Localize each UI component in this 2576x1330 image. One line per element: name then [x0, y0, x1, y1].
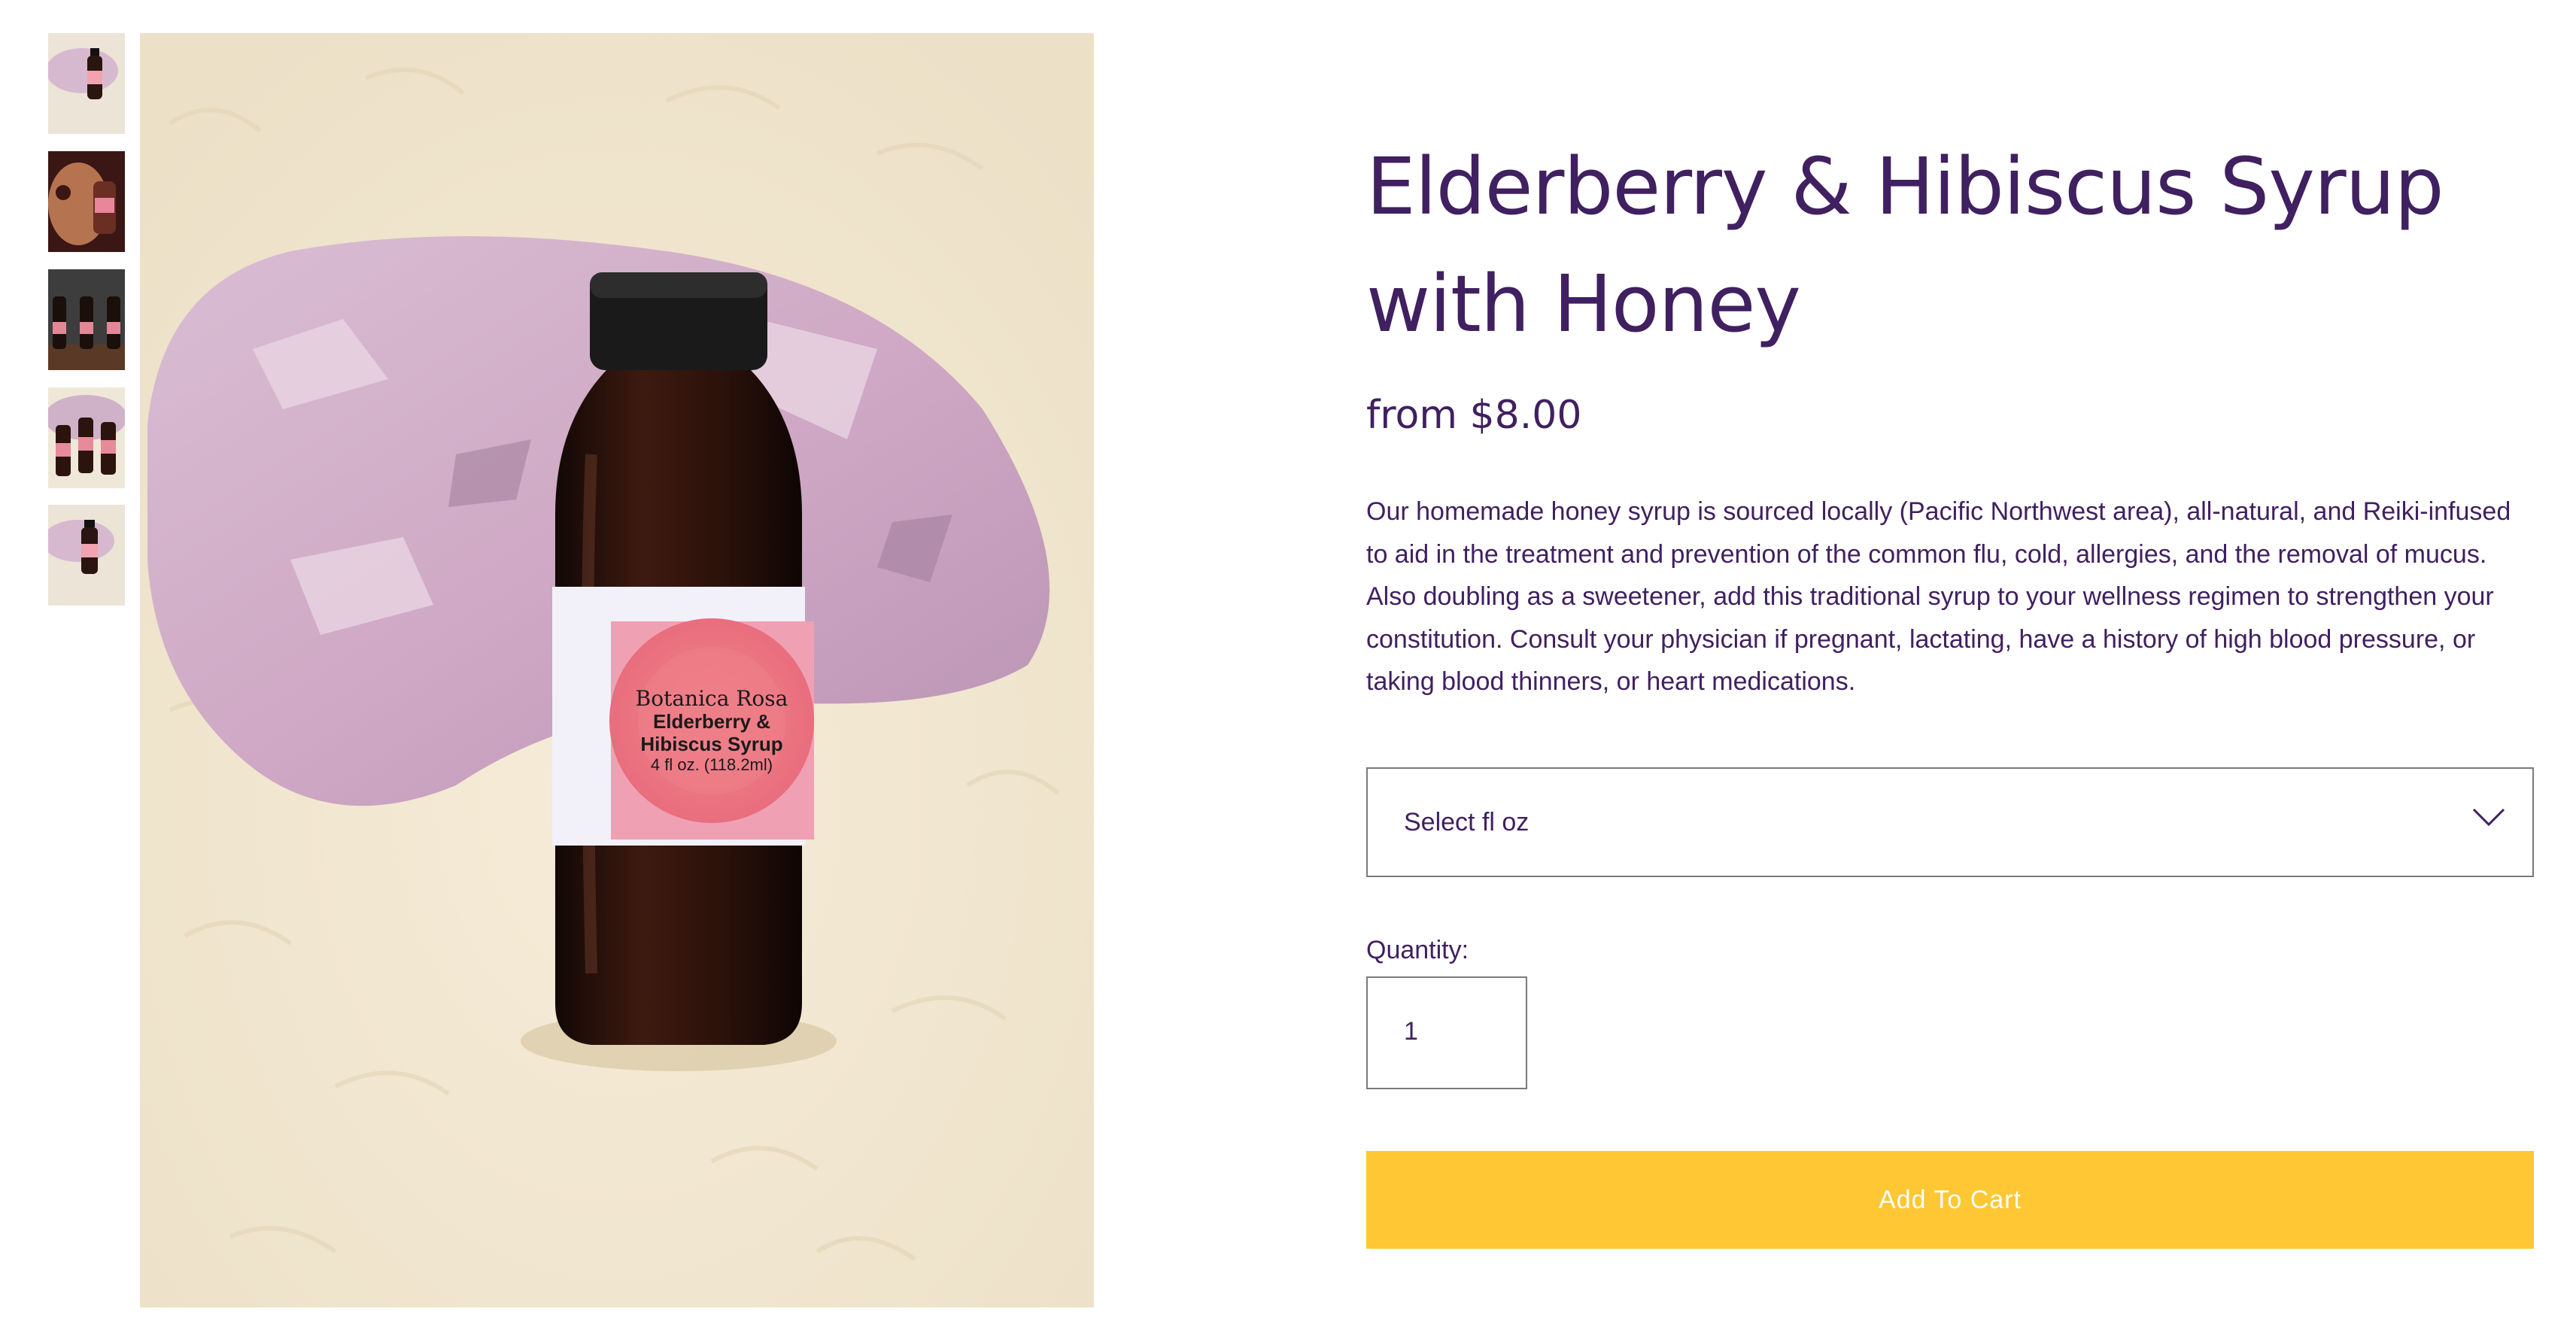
product-price: from $8.00 [1366, 393, 1582, 438]
thumbnail-5[interactable] [48, 505, 125, 606]
bottle-label-brand: Botanica Rosa [636, 686, 788, 711]
chevron-down-icon [2472, 808, 2505, 827]
size-select-label: Select fl oz [1404, 808, 1530, 837]
thumbnail-4[interactable] [48, 387, 125, 488]
product-main-image: Botanica Rosa Elderberry & Hibiscus Syru… [140, 33, 1094, 1307]
quantity-input[interactable]: 1 [1366, 976, 1527, 1089]
add-to-cart-label: Add To Cart [1879, 1185, 2022, 1214]
quantity-value: 1 [1404, 1017, 1418, 1046]
add-to-cart-button[interactable]: Add To Cart [1366, 1151, 2534, 1249]
bottle-label-line1: Elderberry & [653, 710, 770, 733]
thumbnail-2[interactable] [48, 151, 125, 252]
thumbnail-3[interactable] [48, 269, 125, 370]
thumbnail-1[interactable] [48, 33, 125, 134]
product-description: Our homemade honey syrup is sourced loca… [1366, 497, 2511, 696]
bottle-label-line3: 4 fl oz. (118.2ml) [651, 755, 773, 774]
product-title: Elderberry & Hibiscus Syrup with Honey [1366, 141, 2444, 350]
size-select[interactable]: Select fl oz [1366, 767, 2534, 877]
quantity-label: Quantity: [1366, 936, 1469, 964]
bottle-label-line2: Hibiscus Syrup [640, 733, 782, 755]
